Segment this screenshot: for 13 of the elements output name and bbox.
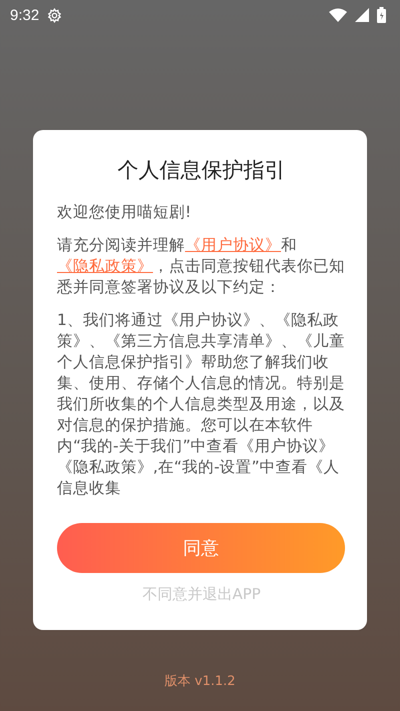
signal-icon bbox=[355, 8, 369, 22]
agree-button[interactable]: 同意 bbox=[57, 523, 345, 573]
battery-icon bbox=[377, 7, 386, 23]
version-text: 版本 v1.1.2 bbox=[164, 673, 236, 690]
terms-text: 1、我们将通过《用户协议》、《隐私政策》、《第三方信息共享清单》、《儿童个人信息保护指引》帮助您了解我们收集、使用、存储个人信息的情况。特别是我们所收集的个人信息类型及用途，以及对信息的保护措施。您可以在本软件内“我的-关于我们”中查看《用户协议》《隐私政策》,在“我的-设置”中查看《人信息收集 bbox=[57, 310, 346, 499]
agreement-link[interactable]: 《用户协议》 bbox=[185, 236, 281, 254]
welcome-text: 欢迎您使用喵短剧! bbox=[57, 202, 192, 223]
agreement-link[interactable]: 《隐私政策》 bbox=[57, 257, 153, 275]
wifi-icon bbox=[329, 8, 347, 22]
dialog-title: 个人信息保护指引 bbox=[116, 157, 286, 184]
gear-icon bbox=[47, 8, 62, 22]
consent-text: 请充分阅读并理解《用户协议》和 《隐私政策》，点击同意按钮代表你已知悉并同意签署协议及以下约定： bbox=[57, 235, 346, 298]
clock-time: 9:32 bbox=[10, 6, 40, 24]
